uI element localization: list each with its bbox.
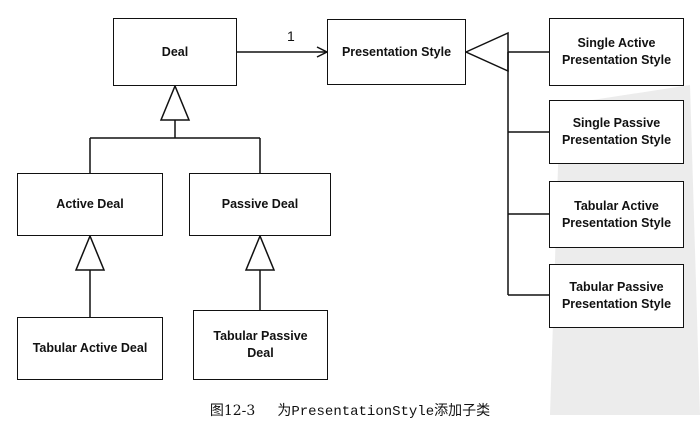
caption-code: PresentationStyle [291,404,435,420]
presentation-style-generalization-triangle [464,31,509,73]
class-tabular-passive-deal: Tabular Passive Deal [193,310,328,380]
class-tabular-active-deal: Tabular Active Deal [17,317,163,380]
figure-caption: 图12-3 为PresentationStyle添加子类 [0,400,700,420]
deal-generalization-triangle [159,84,191,121]
figure-number: 图12-3 [209,403,256,419]
multiplicity-label: 1 [287,28,295,44]
passive-deal-generalization-triangle [244,234,276,271]
class-single-active-presentation-style: Single Active Presentation Style [549,18,684,86]
class-deal: Deal [113,18,237,86]
class-passive-deal: Passive Deal [189,173,331,236]
class-single-passive-presentation-style: Single Passive Presentation Style [549,100,684,164]
caption-suffix: 添加子类 [434,403,491,419]
class-tabular-passive-presentation-style: Tabular Passive Presentation Style [549,264,684,328]
caption-prefix: 为 [277,403,292,419]
class-diagram: 1 Deal Presentation Style Active Deal Pa… [0,0,700,432]
class-presentation-style: Presentation Style [327,19,466,85]
active-deal-generalization-triangle [74,234,106,271]
class-active-deal: Active Deal [17,173,163,236]
class-tabular-active-presentation-style: Tabular Active Presentation Style [549,181,684,248]
